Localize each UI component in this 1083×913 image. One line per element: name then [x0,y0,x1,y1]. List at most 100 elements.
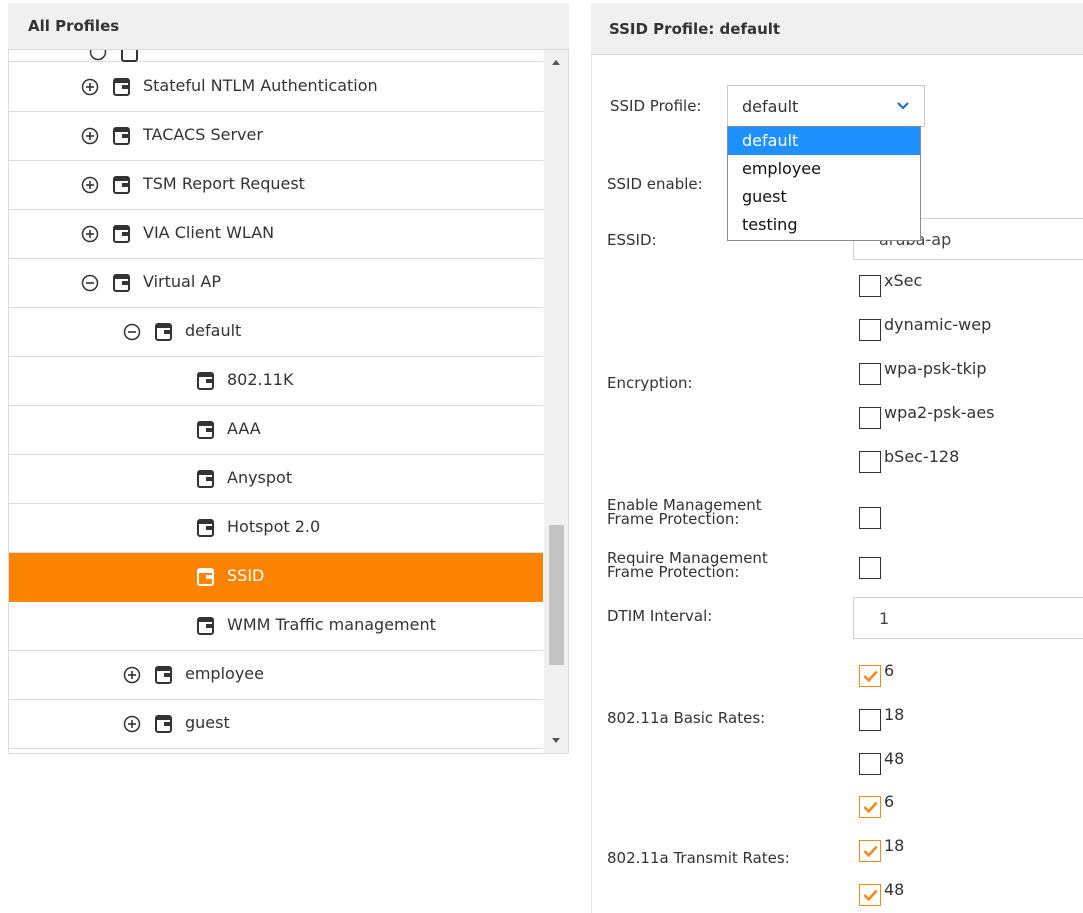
all-profiles-title: All Profiles [28,17,120,35]
encryption-label-wpa2-psk-aes: wpa2-psk-aes [884,403,995,422]
basic-rate-checkbox-6[interactable] [859,665,881,687]
dropdown-option-testing[interactable]: testing [728,211,920,239]
tree-row-guest[interactable]: guest [9,700,543,749]
encryption-checkbox-wpa-psk-tkip[interactable] [859,363,881,385]
profile-document-icon [155,322,173,342]
encryption-label-xSec: xSec [884,271,923,290]
basic-rate-label-6: 6 [884,661,895,680]
ssid-profile-select[interactable]: default [727,85,925,127]
expand-plus-icon[interactable] [81,176,99,194]
enable-mfp-checkbox[interactable] [859,507,881,529]
scroll-up-arrow-icon[interactable] [551,58,561,68]
require-mfp-label-line2: Frame Protection: [607,563,740,581]
enable-mfp-label-line2: Frame Protection: [607,510,740,528]
transmit-rate-checkbox-18[interactable] [859,840,881,862]
transmit-rate-checkbox-48[interactable] [859,884,881,906]
profile-document-icon [113,273,131,293]
tree-row-label: default [185,321,242,340]
tree-row-employee[interactable]: employee [9,651,543,700]
profile-document-icon [197,371,215,391]
basic-rate-checkbox-18[interactable] [859,709,881,731]
expand-plus-icon[interactable] [123,715,141,733]
scroll-down-arrow-icon[interactable] [551,735,561,745]
tree-row-802-11k[interactable]: 802.11K [9,357,543,406]
ssid-enable-label: SSID enable: [607,175,703,193]
ssid-profile-title: SSID Profile: default [609,19,781,38]
ssid-profile-panel: SSID Profile: default SSID Profile: defa… [591,3,1083,913]
profile-document-icon [113,224,131,244]
profile-document-icon [197,567,215,587]
dropdown-option-default[interactable]: default [728,127,920,155]
chevron-down-icon [897,102,909,110]
scroll-thumb[interactable] [549,525,564,665]
tree-row-label: Stateful NTLM Authentication [143,76,378,95]
profiles-tree: Stateful NTLM Authentication TACACS Serve… [8,50,569,754]
encryption-label-dynamic-wep: dynamic-wep [884,315,992,334]
tree-row-label: WMM Traffic management [227,615,436,634]
profile-document-icon [197,518,215,538]
collapse-minus-icon[interactable] [123,323,141,341]
tree-row-tsm-report-request[interactable]: TSM Report Request [9,161,543,210]
tree-row-default[interactable]: default [9,308,543,357]
encryption-label-bSec-128: bSec-128 [884,447,960,466]
all-profiles-panel: All Profiles Stateful NTLM Authenticatio… [8,3,569,754]
tree-row-label: 802.11K [227,370,294,389]
tree-row-via-client-wlan[interactable]: VIA Client WLAN [9,210,543,259]
ssid-profile-header: SSID Profile: default [591,3,1083,55]
ssid-profile-selected-value: default [742,97,799,116]
ssid-profile-dropdown: default employee guest testing [727,126,921,241]
basic-rate-checkbox-48[interactable] [859,753,881,775]
collapse-minus-icon[interactable] [81,274,99,292]
tree-row-label: AAA [227,419,261,438]
transmit-rate-label-6: 6 [884,792,895,811]
tree-row-label: Virtual AP [143,272,221,291]
ssid-profile-label: SSID Profile: [610,97,702,115]
encryption-checkbox-xSec[interactable] [859,275,881,297]
transmit-rates-label: 802.11a Transmit Rates: [607,849,790,867]
profile-document-icon [113,77,131,97]
require-mfp-checkbox[interactable] [859,557,881,579]
transmit-rate-label-48: 48 [884,880,905,899]
encryption-checkbox-wpa2-psk-aes[interactable] [859,407,881,429]
tree-row-virtual-ap[interactable]: Virtual AP [9,259,543,308]
partial-tree-row [9,50,543,62]
expand-plus-icon[interactable] [81,225,99,243]
ssid-profile-form: SSID Profile: default default employee g… [591,55,1083,913]
profile-document-icon [113,175,131,195]
tree-row-label: guest [185,713,230,732]
essid-label: ESSID: [607,231,657,249]
require-mfp-label: Require Management Frame Protection: [607,551,768,581]
tree-row-hotspot-2-0[interactable]: Hotspot 2.0 [9,504,543,553]
expand-plus-icon[interactable] [81,78,99,96]
dropdown-option-guest[interactable]: guest [728,183,920,211]
tree-row-tacacs-server[interactable]: TACACS Server [9,112,543,161]
basic-rates-label: 802.11a Basic Rates: [607,709,766,727]
tree-row-label: TSM Report Request [143,174,305,193]
transmit-rate-checkbox-6[interactable] [859,796,881,818]
tree-row-stateful-ntlm-authentication[interactable]: Stateful NTLM Authentication [9,63,543,112]
transmit-rate-label-18: 18 [884,836,905,855]
profile-document-icon [113,126,131,146]
dtim-label: DTIM Interval: [607,607,713,625]
tree-row-label: SSID [227,566,265,585]
encryption-checkbox-bSec-128[interactable] [859,451,881,473]
basic-rate-label-18: 18 [884,705,905,724]
profile-document-icon [197,616,215,636]
tree-row-ssid[interactable]: SSID [9,553,543,602]
tree-row-wmm-traffic-management[interactable]: WMM Traffic management [9,602,543,651]
profile-document-icon [155,714,173,734]
dtim-input[interactable]: 1 [853,597,1083,639]
dropdown-option-employee[interactable]: employee [728,155,920,183]
expand-plus-icon[interactable] [81,127,99,145]
expand-plus-icon[interactable] [123,666,141,684]
tree-row-aaa[interactable]: AAA [9,406,543,455]
enable-mfp-label: Enable Management Frame Protection: [607,498,762,528]
encryption-label-wpa-psk-tkip: wpa-psk-tkip [884,359,987,378]
profile-document-icon [197,420,215,440]
tree-row-anyspot[interactable]: Anyspot [9,455,543,504]
tree-scrollbar[interactable] [544,50,568,753]
tree-row-label: employee [185,664,264,683]
encryption-label: Encryption: [607,374,693,392]
encryption-checkbox-dynamic-wep[interactable] [859,319,881,341]
tree-row-label: TACACS Server [143,125,263,144]
